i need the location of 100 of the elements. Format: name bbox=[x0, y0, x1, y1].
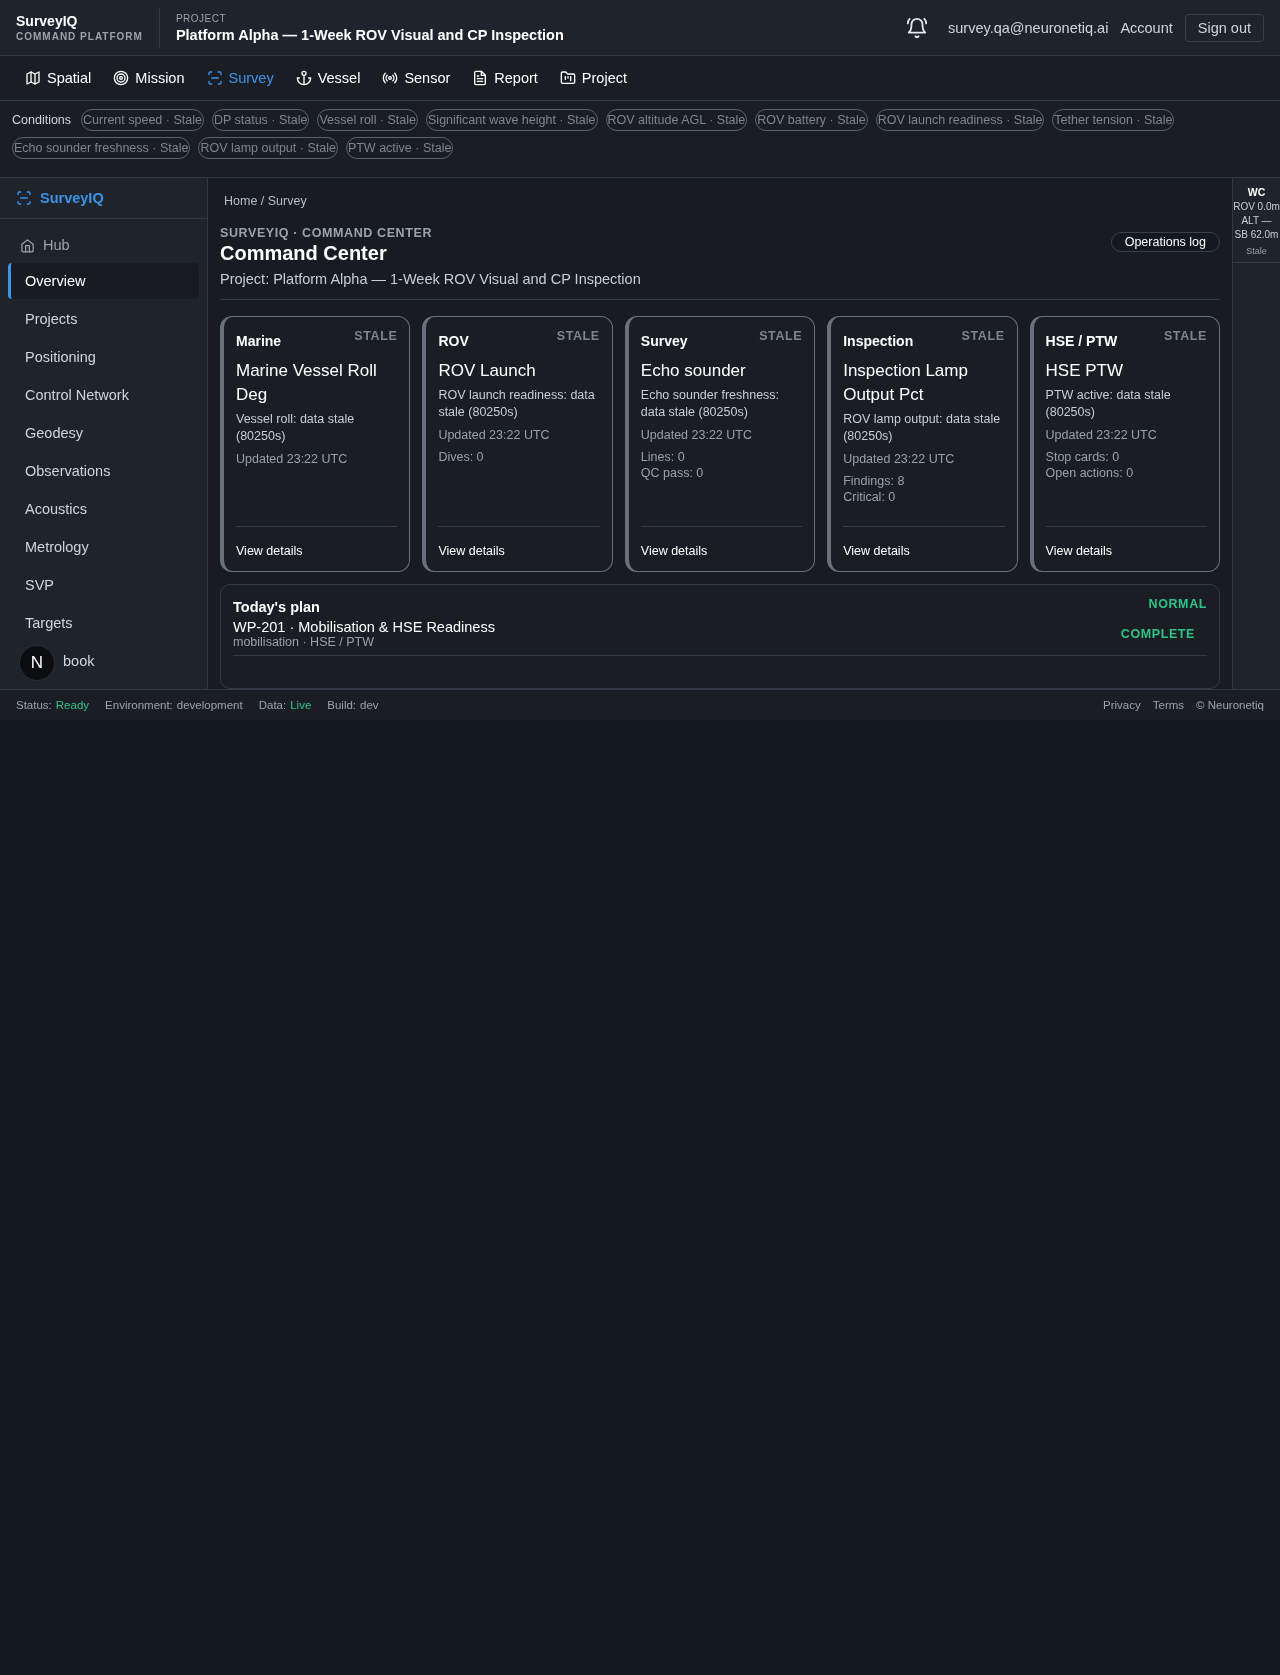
condition-chip: ROV altitude AGL · Stale bbox=[605, 109, 748, 131]
rail-state: Stale bbox=[1246, 246, 1267, 256]
card-detail: ROV lamp output: data stale (80250s) bbox=[843, 410, 1002, 446]
view-details-link[interactable]: View details bbox=[640, 544, 708, 558]
status-label: Data: bbox=[258, 699, 287, 711]
sidebar-item[interactable]: book bbox=[58, 643, 199, 679]
rail-reading: ALT — bbox=[1241, 215, 1272, 226]
nav-tab[interactable]: Spatial bbox=[14, 64, 103, 92]
document-icon bbox=[472, 70, 489, 86]
card-category: ROV bbox=[438, 333, 469, 349]
card-stat: Stop cards: 0 bbox=[1045, 449, 1121, 464]
user-email: survey.qa@neuronetiq.ai bbox=[948, 19, 1109, 36]
view-details-link[interactable]: View details bbox=[236, 544, 303, 558]
view-details-link[interactable]: View details bbox=[1045, 544, 1113, 558]
view-details-link[interactable]: View details bbox=[843, 544, 910, 558]
sidebar-item[interactable]: SVP bbox=[8, 567, 199, 603]
card-stat: Critical: 0 bbox=[843, 489, 897, 504]
status-value: development bbox=[176, 699, 243, 711]
sidebar-item[interactable]: Acoustics bbox=[8, 491, 199, 527]
conditions-label: Conditions bbox=[12, 113, 72, 127]
plan-status: NORMAL bbox=[1148, 597, 1207, 613]
sidebar-title[interactable]: SurveyIQ bbox=[40, 190, 104, 206]
condition-chip: Tether tension · Stale bbox=[1052, 109, 1175, 131]
card-detail: Echo sounder freshness: data stale (80250s) bbox=[640, 386, 781, 422]
nav-tab[interactable]: Vessel bbox=[284, 64, 372, 92]
condition-chip: Current speed · Stale bbox=[81, 109, 204, 131]
condition-chip: ROV battery · Stale bbox=[755, 109, 868, 131]
scan-icon bbox=[206, 70, 223, 86]
status-value: dev bbox=[360, 699, 379, 711]
card-detail: Vessel roll: data stale (80250s) bbox=[236, 410, 356, 446]
card-status: STALE bbox=[354, 329, 398, 343]
condition-chip: Echo sounder freshness · Stale bbox=[12, 137, 191, 159]
operations-log-button[interactable]: Operations log bbox=[1110, 232, 1220, 252]
plan-item-title: WP-201 · Mobilisation & HSE Readiness bbox=[233, 619, 495, 635]
sidebar-item[interactable]: Metrology bbox=[8, 529, 199, 565]
card-status: STALE bbox=[1163, 329, 1207, 343]
condition-chip: ROV lamp output · Stale bbox=[198, 137, 338, 159]
page-subtitle: Project: Platform Alpha — 1-Week ROV Visual and CP Inspection bbox=[220, 271, 641, 287]
card-category: HSE / PTW bbox=[1045, 333, 1118, 349]
card-status: STALE bbox=[556, 329, 600, 343]
brand-subtitle: COMMAND PLATFORM bbox=[16, 31, 143, 42]
sidebar-item[interactable]: Control Network bbox=[8, 377, 199, 413]
project-label: PROJECT bbox=[175, 12, 228, 24]
status-label: Status: bbox=[16, 699, 52, 711]
project-title: Platform Alpha — 1-Week ROV Visual and CP Inspection bbox=[175, 26, 564, 43]
hub-link[interactable]: Hub bbox=[8, 229, 199, 261]
sign-out-button[interactable]: Sign out bbox=[1184, 13, 1264, 42]
rail-title: WC bbox=[1247, 186, 1266, 198]
card-detail: PTW active: data stale (80250s) bbox=[1045, 386, 1172, 422]
rail-reading: ROV 0.0m bbox=[1233, 201, 1280, 212]
status-label: Build: bbox=[327, 699, 357, 711]
updated-time: Updated 23:22 UTC bbox=[1045, 427, 1158, 442]
view-details-link[interactable]: View details bbox=[438, 544, 505, 558]
footer-link[interactable]: Privacy bbox=[1103, 699, 1141, 711]
nav-tab[interactable]: Survey bbox=[195, 64, 285, 92]
condition-chip: Vessel roll · Stale bbox=[317, 109, 419, 131]
updated-time: Updated 23:22 UTC bbox=[236, 451, 349, 466]
sidebar-item[interactable]: Projects bbox=[8, 301, 199, 337]
breadcrumb: Home / Survey bbox=[223, 193, 308, 208]
card-stat: Lines: 0 bbox=[640, 449, 686, 464]
status-label: Environment: bbox=[105, 699, 173, 711]
plan-item-meta: mobilisation · HSE / PTW bbox=[233, 635, 375, 649]
sidebar-item[interactable]: Observations bbox=[8, 453, 199, 489]
home-icon bbox=[20, 237, 35, 253]
card-category: Inspection bbox=[843, 333, 914, 349]
rail-reading: SB 62.0m bbox=[1234, 229, 1279, 240]
bell-icon bbox=[906, 16, 928, 39]
plan-item-status: COMPLETE bbox=[1120, 627, 1195, 641]
map-icon bbox=[25, 70, 41, 86]
card-title: Inspection Lamp Output Pct bbox=[843, 360, 969, 406]
card-detail: ROV launch readiness: data stale (80250s) bbox=[438, 386, 596, 422]
status-value: Ready bbox=[55, 699, 90, 711]
folder-icon bbox=[559, 70, 576, 86]
card-title: Echo sounder bbox=[640, 360, 747, 382]
anchor-icon bbox=[295, 70, 312, 86]
card-stat: Findings: 8 bbox=[843, 473, 906, 488]
card-category: Marine bbox=[236, 333, 282, 349]
card-title: Marine Vessel Roll Deg bbox=[236, 360, 378, 406]
footer-link[interactable]: Terms bbox=[1152, 699, 1185, 711]
condition-chip: Significant wave height · Stale bbox=[426, 109, 598, 131]
target-icon bbox=[113, 70, 130, 86]
footer-link[interactable]: © Neuronetiq bbox=[1196, 699, 1264, 711]
card-status: STALE bbox=[759, 329, 803, 343]
sidebar-item[interactable]: Overview bbox=[8, 263, 199, 299]
radio-icon bbox=[382, 70, 399, 86]
sidebar-item[interactable]: Positioning bbox=[8, 339, 199, 375]
plan-title: Today's plan bbox=[233, 599, 320, 615]
nav-tab[interactable]: Mission bbox=[102, 64, 196, 92]
status-value: Live bbox=[290, 699, 312, 711]
nav-tab[interactable]: Sensor bbox=[371, 64, 462, 92]
condition-chip: ROV launch readiness · Stale bbox=[875, 109, 1045, 131]
updated-time: Updated 23:22 UTC bbox=[843, 451, 956, 466]
nav-tab[interactable]: Project bbox=[548, 64, 638, 92]
sidebar-item[interactable]: Targets bbox=[8, 605, 199, 641]
card-stat: Dives: 0 bbox=[438, 449, 485, 464]
nav-tab[interactable]: Report bbox=[461, 64, 549, 92]
sidebar-item[interactable]: Geodesy bbox=[8, 415, 199, 451]
account-link[interactable]: Account bbox=[1120, 19, 1173, 36]
updated-time: Updated 23:22 UTC bbox=[438, 427, 551, 442]
card-title: ROV Launch bbox=[438, 360, 537, 382]
